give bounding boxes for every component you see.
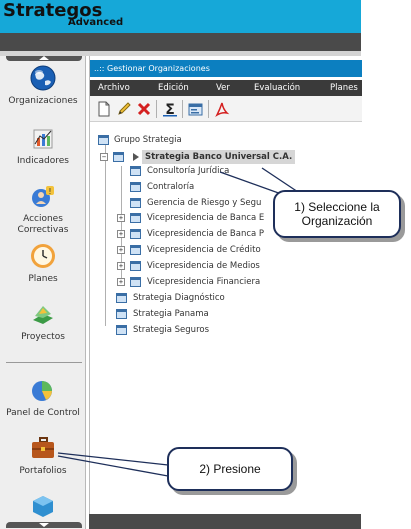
edit-icon[interactable] bbox=[116, 101, 132, 117]
toolbar: Σ bbox=[90, 96, 362, 122]
new-icon[interactable] bbox=[96, 101, 112, 117]
tree-node-sibling[interactable]: Strategia Seguros bbox=[116, 323, 346, 337]
sidebar-label: Planes bbox=[28, 274, 58, 284]
tree-node-label: Strategia Seguros bbox=[133, 325, 210, 335]
expand-toggle[interactable]: + bbox=[117, 246, 125, 254]
organization-icon bbox=[130, 229, 141, 239]
tree-node-child[interactable]: + Vicepresidencia de Medios bbox=[117, 259, 362, 273]
cube-icon bbox=[33, 496, 53, 517]
tree-node-child[interactable]: Consultoría Jurídica bbox=[130, 164, 360, 178]
tree-node-child[interactable]: + Vicepresidencia Financiera bbox=[117, 275, 362, 289]
tree-node-root[interactable]: Grupo Strategia bbox=[98, 133, 298, 147]
pdf-icon[interactable] bbox=[214, 101, 230, 117]
app-header: Strategos Advanced bbox=[0, 0, 361, 33]
panel-footer-bar bbox=[89, 514, 361, 529]
organization-icon bbox=[130, 261, 141, 271]
svg-text:!: ! bbox=[48, 187, 51, 196]
sum-icon[interactable]: Σ bbox=[162, 101, 178, 117]
scroll-down-arrow-icon[interactable] bbox=[39, 523, 49, 527]
tree-node-child[interactable]: + Vicepresidencia de Crédito bbox=[117, 243, 362, 257]
sidebar-item-proyectos[interactable]: Proyectos bbox=[0, 300, 86, 350]
organization-icon bbox=[130, 213, 141, 223]
tree-node-label: Vicepresidencia de Banca P bbox=[147, 229, 265, 239]
properties-icon[interactable] bbox=[188, 101, 204, 117]
tree-node-label: Strategia Banco Universal C.A. bbox=[142, 150, 296, 164]
menu-archivo[interactable]: Archivo bbox=[98, 80, 130, 96]
sidebar-item-planes[interactable]: Planes bbox=[0, 242, 86, 292]
tree-node-label: Strategia Panama bbox=[133, 309, 209, 319]
menu-ver[interactable]: Ver bbox=[216, 80, 230, 96]
organization-icon bbox=[116, 293, 127, 303]
tree-node-sibling[interactable]: Strategia Diagnóstico bbox=[116, 291, 346, 305]
menu-edicion[interactable]: Edición bbox=[158, 80, 189, 96]
menu-planes[interactable]: Planes bbox=[330, 80, 358, 96]
tree-node-label: Vicepresidencia Financiera bbox=[147, 277, 261, 287]
toolbar-separator bbox=[208, 100, 209, 118]
sidebar-label: Proyectos bbox=[21, 332, 65, 342]
corrective-actions-icon: ! bbox=[32, 186, 54, 207]
sidebar-item-indicadores[interactable]: Indicadores bbox=[0, 124, 86, 174]
scroll-up-arrow-icon[interactable] bbox=[39, 56, 49, 60]
tree-node-label: Vicepresidencia de Banca E bbox=[147, 213, 265, 223]
sidebar-label: Organizaciones bbox=[8, 96, 78, 106]
callout-select-organization: 1) Seleccione la Organización bbox=[273, 190, 401, 238]
briefcase-icon bbox=[32, 437, 54, 458]
sidebar-divider bbox=[6, 362, 82, 363]
sidebar-label: Acciones Correctivas bbox=[17, 214, 69, 235]
menu-evaluacion[interactable]: Evaluación bbox=[254, 80, 300, 96]
expand-toggle[interactable]: + bbox=[117, 278, 125, 286]
sidebar-item-next[interactable] bbox=[0, 492, 86, 522]
expand-toggle[interactable]: + bbox=[117, 262, 125, 270]
indicators-chart-icon bbox=[33, 129, 53, 149]
callout-text: 2) Presione bbox=[199, 462, 261, 476]
sidebar-item-acciones-correctivas[interactable]: ! Acciones Correctivas bbox=[0, 182, 86, 240]
callout-text: 1) Seleccione la Organización bbox=[294, 200, 380, 228]
sidebar: Organizaciones Indicadores ! Acciones Co… bbox=[0, 56, 86, 529]
organization-icon bbox=[116, 325, 127, 335]
tree-node-label: Gerencia de Riesgo y Segu bbox=[147, 198, 262, 208]
tree-node-selected[interactable]: − Strategia Banco Universal C.A. bbox=[100, 150, 360, 164]
menu-bar: Archivo Edición Ver Evaluación Planes bbox=[90, 80, 362, 96]
organization-icon bbox=[130, 245, 141, 255]
panel-title: ..:: Gestionar Organizaciones bbox=[90, 60, 362, 77]
organization-icon bbox=[130, 182, 141, 192]
expand-toggle[interactable]: + bbox=[117, 214, 125, 222]
organizations-panel: ..:: Gestionar Organizaciones Archivo Ed… bbox=[89, 56, 362, 514]
expand-toggle[interactable]: + bbox=[117, 230, 125, 238]
organization-icon bbox=[113, 152, 124, 162]
tree-node-label: Consultoría Jurídica bbox=[147, 166, 230, 176]
organization-icon bbox=[98, 135, 109, 145]
sidebar-label: Panel de Control bbox=[6, 408, 80, 418]
tree-node-label: Vicepresidencia de Medios bbox=[147, 261, 260, 271]
tree-node-label: Vicepresidencia de Crédito bbox=[147, 245, 261, 255]
sidebar-item-portafolios[interactable]: Portafolios bbox=[0, 434, 86, 484]
projects-icon bbox=[33, 306, 53, 324]
tree-guide-line bbox=[105, 145, 106, 326]
sidebar-item-panel-de-control[interactable]: Panel de Control bbox=[0, 376, 86, 426]
selection-arrow-icon bbox=[133, 153, 139, 161]
tree-node-sibling[interactable]: Strategia Panama bbox=[116, 307, 346, 321]
delete-icon[interactable] bbox=[136, 101, 152, 117]
clock-icon bbox=[31, 244, 55, 268]
header-bar bbox=[0, 33, 361, 51]
sidebar-label: Portafolios bbox=[19, 466, 67, 476]
toolbar-separator bbox=[182, 100, 183, 118]
tree-node-label: Contraloría bbox=[147, 182, 195, 192]
organization-icon bbox=[116, 309, 127, 319]
tree-node-label: Grupo Strategia bbox=[114, 135, 182, 145]
organization-icon bbox=[130, 277, 141, 287]
dashboard-icon bbox=[32, 381, 52, 401]
sidebar-label: Indicadores bbox=[17, 156, 69, 166]
svg-text:Σ: Σ bbox=[165, 102, 175, 117]
organization-icon bbox=[130, 166, 141, 176]
toolbar-separator bbox=[156, 100, 157, 118]
organization-icon bbox=[130, 198, 141, 208]
app-edition: Advanced bbox=[68, 17, 124, 28]
collapse-toggle[interactable]: − bbox=[100, 153, 108, 161]
tree-node-label: Strategia Diagnóstico bbox=[133, 293, 225, 303]
sidebar-item-organizaciones[interactable]: Organizaciones bbox=[0, 64, 86, 114]
globe-icon bbox=[30, 65, 56, 91]
callout-press: 2) Presione bbox=[167, 447, 293, 491]
